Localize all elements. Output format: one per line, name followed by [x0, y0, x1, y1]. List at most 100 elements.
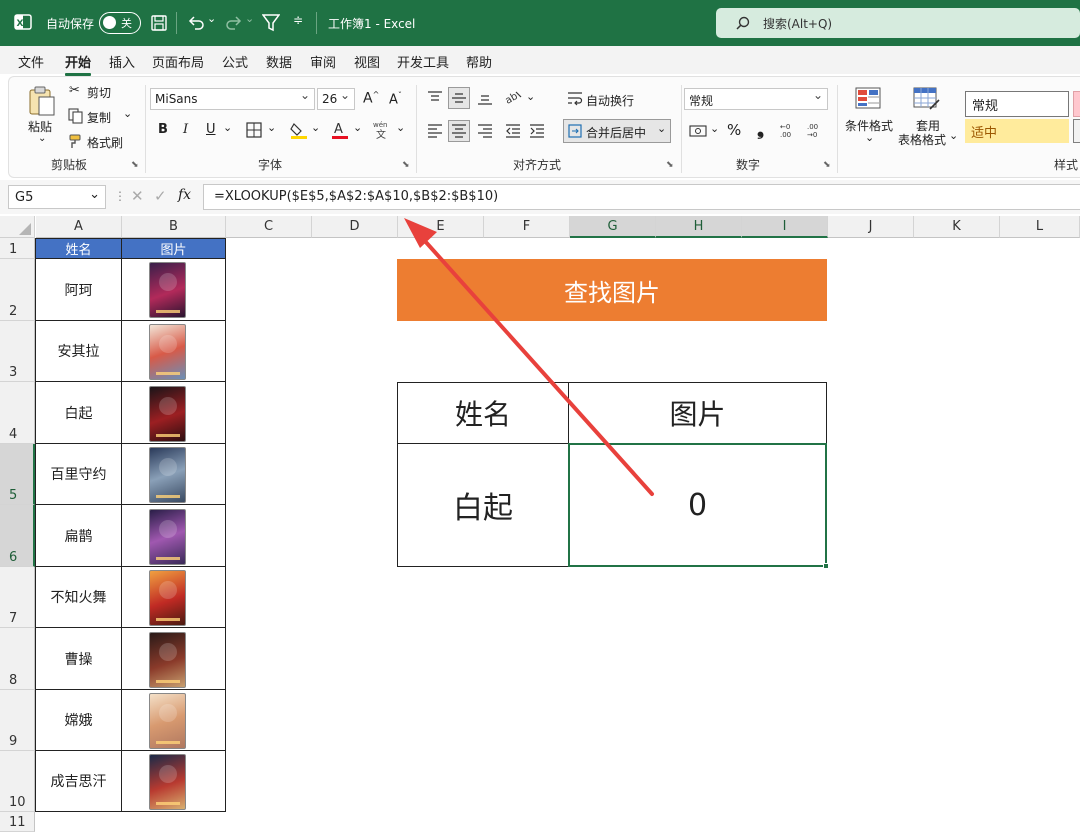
number-format-dropdown[interactable]: 常规: [684, 88, 828, 110]
row-header-7[interactable]: 7: [0, 567, 35, 628]
row-header-3[interactable]: 3: [0, 321, 35, 382]
font-color-icon[interactable]: A: [331, 120, 349, 140]
autosave-toggle[interactable]: 关: [99, 12, 141, 34]
accounting-dropdown-icon[interactable]: ⌄: [710, 122, 719, 135]
decrease-indent-icon[interactable]: [505, 123, 521, 139]
font-color-dropdown-icon[interactable]: ⌄: [353, 121, 362, 134]
column-header-i[interactable]: I: [742, 216, 828, 238]
style-calculation[interactable]: [1073, 119, 1080, 143]
number-launcher-icon[interactable]: ⬊: [823, 160, 831, 170]
align-middle-button[interactable]: [448, 87, 470, 109]
image-cell[interactable]: [121, 627, 226, 690]
menu-help[interactable]: 帮助: [466, 52, 492, 71]
bold-button[interactable]: B: [158, 122, 168, 137]
conditional-format-dropdown-icon[interactable]: ⌄: [865, 131, 874, 144]
merge-dropdown-icon[interactable]: ⌄: [657, 122, 666, 135]
menu-insert[interactable]: 插入: [109, 52, 135, 71]
column-header-k[interactable]: K: [914, 216, 1000, 238]
enter-icon[interactable]: ✓: [154, 187, 167, 205]
image-cell[interactable]: [121, 504, 226, 567]
format-painter-button[interactable]: 格式刷: [87, 134, 123, 151]
phonetic-guide-icon[interactable]: wén 文: [371, 120, 391, 142]
align-bottom-icon[interactable]: [477, 90, 493, 106]
name-box[interactable]: G5: [8, 185, 106, 209]
align-right-icon[interactable]: [477, 123, 493, 139]
table-header-image[interactable]: 图片: [121, 238, 226, 259]
format-painter-icon[interactable]: [68, 133, 84, 149]
redo-dropdown-icon[interactable]: ⌄: [245, 12, 254, 25]
menu-file[interactable]: 文件: [18, 52, 44, 71]
merge-center-button[interactable]: 合并后居中 ⌄: [563, 119, 671, 143]
increase-font-icon[interactable]: A^: [363, 90, 379, 107]
align-top-icon[interactable]: [427, 90, 443, 106]
image-cell[interactable]: [121, 566, 226, 628]
fill-handle[interactable]: [823, 563, 829, 569]
format-as-table-label-2[interactable]: 表格格式: [898, 131, 946, 148]
row-header-9[interactable]: 9: [0, 690, 35, 751]
menu-view[interactable]: 视图: [354, 52, 380, 71]
phonetic-dropdown-icon[interactable]: ⌄: [396, 121, 405, 134]
column-header-g[interactable]: G: [570, 216, 656, 238]
style-normal[interactable]: 常规: [965, 91, 1069, 117]
row-header-8[interactable]: 8: [0, 628, 35, 690]
name-cell[interactable]: 白起: [35, 381, 122, 444]
percent-button[interactable]: %: [727, 121, 741, 139]
name-cell[interactable]: 阿珂: [35, 258, 122, 321]
menu-data[interactable]: 数据: [266, 52, 292, 71]
menu-page-layout[interactable]: 页面布局: [152, 52, 204, 71]
wrap-text-icon[interactable]: [567, 91, 583, 107]
lookup-title-banner[interactable]: 查找图片: [397, 259, 827, 321]
name-cell[interactable]: 不知火舞: [35, 566, 122, 628]
row-header-4[interactable]: 4: [0, 382, 35, 444]
column-header-a[interactable]: A: [36, 216, 122, 238]
save-icon[interactable]: [150, 14, 168, 32]
increase-indent-icon[interactable]: [529, 123, 545, 139]
orientation-icon[interactable]: ab: [504, 88, 524, 106]
decrease-font-icon[interactable]: Aˇ: [389, 91, 402, 107]
column-header-c[interactable]: C: [226, 216, 312, 238]
column-header-b[interactable]: B: [122, 216, 226, 238]
cut-icon[interactable]: ✂: [69, 83, 80, 98]
format-as-table-icon[interactable]: [913, 87, 941, 111]
row-header-11[interactable]: 11: [0, 812, 35, 832]
customize-toolbar-icon[interactable]: ≑: [293, 13, 303, 27]
hero-portrait-image[interactable]: [149, 570, 186, 626]
row-header-2[interactable]: 2: [0, 259, 35, 321]
name-cell[interactable]: 嫦娥: [35, 689, 122, 751]
lookup-header-image[interactable]: 图片: [568, 382, 827, 444]
search-box[interactable]: 搜索(Alt+Q): [716, 8, 1080, 38]
row-header-6[interactable]: 6: [0, 505, 35, 567]
name-cell[interactable]: 成吉思汗: [35, 750, 122, 812]
image-cell[interactable]: [121, 750, 226, 812]
image-cell[interactable]: [121, 443, 226, 505]
paste-dropdown-icon[interactable]: ⌄: [38, 133, 46, 144]
column-header-h[interactable]: H: [656, 216, 742, 238]
image-cell[interactable]: [121, 689, 226, 751]
font-name-dropdown[interactable]: MiSans: [150, 88, 315, 110]
select-all-corner[interactable]: [0, 216, 35, 238]
column-header-j[interactable]: J: [828, 216, 914, 238]
borders-icon[interactable]: [246, 122, 262, 138]
undo-icon[interactable]: [186, 13, 206, 33]
hero-portrait-image[interactable]: [149, 386, 186, 442]
row-header-5[interactable]: 5: [0, 444, 35, 505]
formula-input[interactable]: =XLOOKUP($E$5,$A$2:$A$10,$B$2:$B$10): [203, 184, 1080, 210]
italic-button[interactable]: I: [183, 122, 188, 137]
undo-dropdown-icon[interactable]: ⌄: [207, 12, 216, 25]
increase-decimal-icon[interactable]: ←0.00: [779, 121, 801, 139]
underline-dropdown-icon[interactable]: ⌄: [223, 121, 232, 134]
menu-home[interactable]: 开始: [65, 52, 92, 76]
name-cell[interactable]: 扁鹊: [35, 504, 122, 567]
image-cell[interactable]: [121, 320, 226, 382]
hero-portrait-image[interactable]: [149, 447, 186, 503]
column-header-l[interactable]: L: [1000, 216, 1080, 238]
paste-icon[interactable]: [27, 85, 57, 117]
image-cell[interactable]: [121, 381, 226, 444]
column-header-e[interactable]: E: [398, 216, 484, 238]
menu-review[interactable]: 审阅: [310, 52, 336, 71]
lookup-header-name[interactable]: 姓名: [397, 382, 569, 444]
name-cell[interactable]: 曹操: [35, 627, 122, 690]
accounting-format-icon[interactable]: [689, 124, 707, 138]
align-left-icon[interactable]: [427, 123, 443, 139]
row-header-10[interactable]: 10: [0, 751, 35, 812]
